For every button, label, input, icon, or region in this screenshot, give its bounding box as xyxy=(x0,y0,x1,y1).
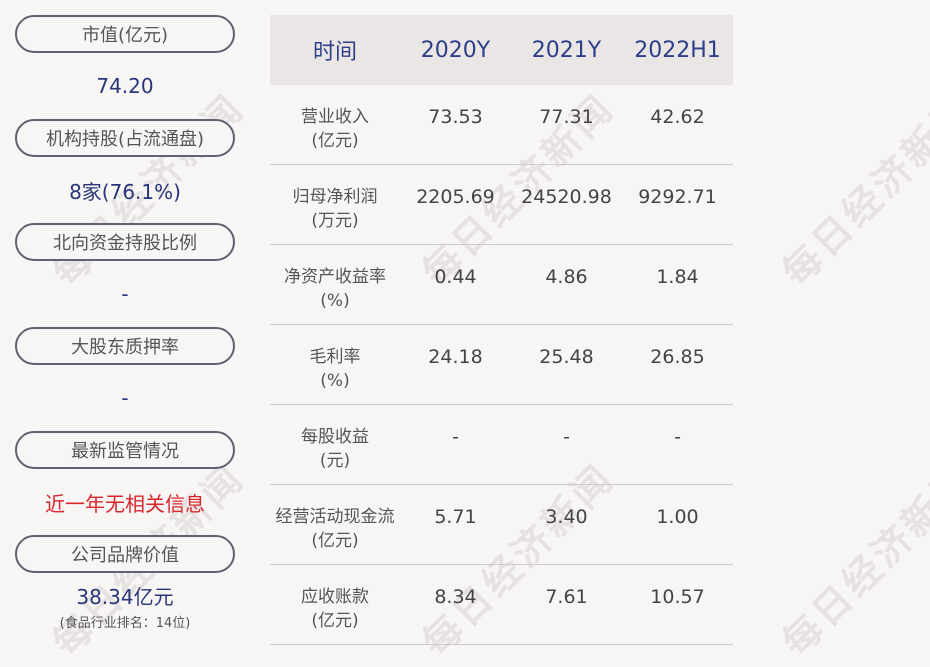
brand-value-label: 公司品牌价值 xyxy=(15,535,235,573)
table-row: 每股收益 (元) - - - xyxy=(270,405,733,485)
row-label-name: 营业收入 xyxy=(301,107,369,127)
table-row: 归母净利润 (万元) 2205.69 24520.98 9292.71 xyxy=(270,165,733,245)
market-cap-value-text: 74.20 xyxy=(96,74,154,98)
row-label-unit: (万元) xyxy=(311,211,359,231)
cell-value: 25.48 xyxy=(539,346,594,368)
cell-value: 73.53 xyxy=(428,106,483,128)
cell-value: - xyxy=(563,426,570,448)
row-label-unit: (亿元) xyxy=(311,611,359,631)
row-label: 归母净利润 (万元) xyxy=(270,165,400,233)
cell-value: 24520.98 xyxy=(521,186,612,208)
header-period: 时间 xyxy=(312,40,357,65)
table-row: 经营活动现金流 (亿元) 5.71 3.40 1.00 xyxy=(270,485,733,565)
institutional-holdings-value-text: 8家(76.1%) xyxy=(69,179,181,204)
cell-value: 9292.71 xyxy=(638,186,717,208)
pledge-ratio-value-text: - xyxy=(121,386,129,410)
row-label-unit: (%) xyxy=(320,371,350,391)
brand-value-text: 38.34亿元 xyxy=(76,585,174,609)
pledge-ratio-value: - xyxy=(15,365,235,431)
cell-value: 42.62 xyxy=(650,106,705,128)
cell-value: 8.34 xyxy=(434,586,477,608)
cell-value: - xyxy=(674,426,681,448)
cell-value: 3.40 xyxy=(545,506,588,528)
market-cap-value: 74.20 xyxy=(15,53,235,119)
row-label-unit: (亿元) xyxy=(311,531,359,551)
table-row: 应收账款 (亿元) 8.34 7.61 10.57 xyxy=(270,565,733,645)
row-label: 每股收益 (元) xyxy=(270,405,400,473)
pledge-ratio-label: 大股东质押率 xyxy=(15,327,235,365)
watermark: 每日经济新闻 xyxy=(773,85,930,295)
row-label-unit: (亿元) xyxy=(311,131,359,151)
header-2021y: 2021Y xyxy=(531,37,602,63)
cell-value: 0.44 xyxy=(434,266,477,288)
cell-value: 77.31 xyxy=(539,106,594,128)
regulatory-status-label: 最新监管情况 xyxy=(15,431,235,469)
regulatory-status-value-text: 近一年无相关信息 xyxy=(45,491,205,516)
cell-value: 5.71 xyxy=(434,506,477,528)
institutional-holdings-value: 8家(76.1%) xyxy=(15,157,235,223)
brand-rank-note: (食品行业排名：14位) xyxy=(59,616,191,631)
row-label-unit: (元) xyxy=(319,451,351,471)
cell-value: 1.84 xyxy=(656,266,699,288)
stock-summary-panel: 市值(亿元) 74.20 机构持股(占流通盘) 8家(76.1%) 北向资金持股… xyxy=(15,15,235,639)
row-label-name: 应收账款 xyxy=(301,587,369,607)
regulatory-status-value: 近一年无相关信息 xyxy=(15,469,235,535)
brand-value: 38.34亿元 (食品行业排名：14位) xyxy=(15,573,235,639)
cell-value: 2205.69 xyxy=(416,186,495,208)
row-label: 经营活动现金流 (亿元) xyxy=(270,485,400,553)
northbound-holding-label: 北向资金持股比例 xyxy=(15,223,235,261)
row-label-name: 净资产收益率 xyxy=(284,267,386,287)
table-row: 营业收入 (亿元) 73.53 77.31 42.62 xyxy=(270,85,733,165)
row-label: 营业收入 (亿元) xyxy=(270,85,400,153)
table-row: 净资产收益率 (%) 0.44 4.86 1.84 xyxy=(270,245,733,325)
cell-value: 4.86 xyxy=(545,266,588,288)
cell-value: 1.00 xyxy=(656,506,699,528)
northbound-holding-value: - xyxy=(15,261,235,327)
row-label-unit: (%) xyxy=(320,291,350,311)
row-label: 毛利率 (%) xyxy=(270,325,400,393)
row-label-name: 归母净利润 xyxy=(292,187,378,207)
row-label: 净资产收益率 (%) xyxy=(270,245,400,313)
table-row: 毛利率 (%) 24.18 25.48 26.85 xyxy=(270,325,733,405)
row-label-name: 毛利率 xyxy=(309,347,361,367)
market-cap-label: 市值(亿元) xyxy=(15,15,235,53)
header-2022h1: 2022H1 xyxy=(634,37,721,63)
cell-value: 24.18 xyxy=(428,346,483,368)
cell-value: - xyxy=(452,426,459,448)
row-label: 应收账款 (亿元) xyxy=(270,565,400,633)
northbound-holding-value-text: - xyxy=(121,282,129,306)
institutional-holdings-label: 机构持股(占流通盘) xyxy=(15,119,235,157)
cell-value: 10.57 xyxy=(650,586,705,608)
cell-value: 26.85 xyxy=(650,346,705,368)
row-label-name: 每股收益 xyxy=(301,427,369,447)
row-label-name: 经营活动现金流 xyxy=(275,507,395,527)
cell-value: 7.61 xyxy=(545,586,588,608)
watermark: 每日经济新闻 xyxy=(773,455,930,665)
header-2020y: 2020Y xyxy=(420,37,491,63)
financial-table: 时间 2020Y 2021Y 2022H1 营业收入 (亿元) 73.53 77.… xyxy=(270,15,733,645)
table-header: 时间 2020Y 2021Y 2022H1 xyxy=(270,15,733,85)
